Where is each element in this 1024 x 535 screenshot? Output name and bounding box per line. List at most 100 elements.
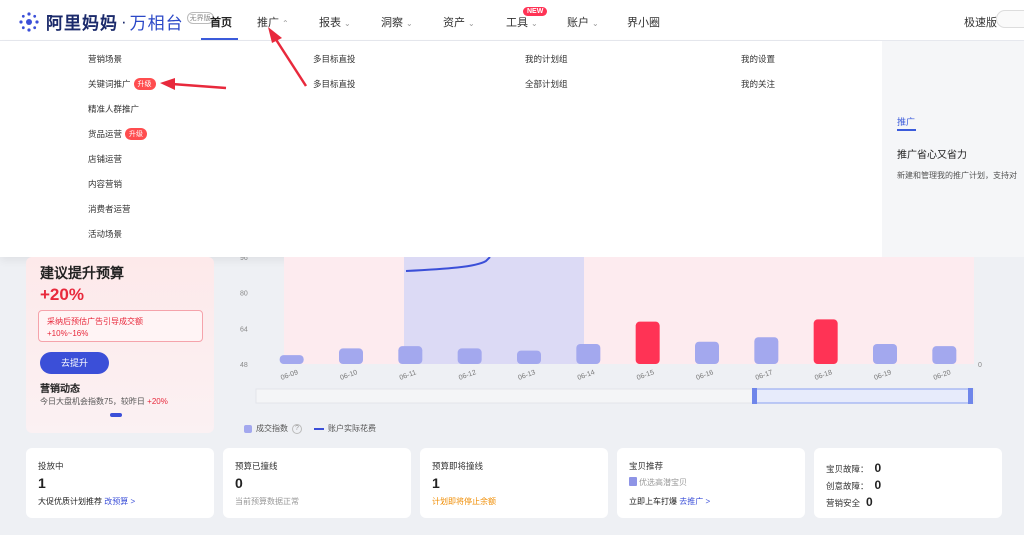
menu-item-audience-promotion[interactable]: 精准人群推广 <box>88 103 139 115</box>
marketing-dynamics-text: 今日大盘机会指数75，较昨日 +20% <box>40 396 168 407</box>
raise-budget-button[interactable]: 去提升 <box>40 352 109 374</box>
nav-reports[interactable]: 报表 ⌄ <box>319 14 351 30</box>
stat-label: 宝贝推荐 <box>629 461 664 471</box>
menu-item-all-plan-groups[interactable]: 全部计划组 <box>525 78 568 90</box>
menu-item-my-plan-groups[interactable]: 我的计划组 <box>525 53 568 65</box>
dropdown-intro-panel: 推广 推广省心又省力 新建和管理我的推广计划，支持对 <box>882 41 1024 257</box>
health-item[interactable]: 营销安全 0 <box>826 495 873 509</box>
stat-card-product-recommend[interactable]: 宝贝推荐 优选高潜宝贝 立即上车打爆 去推广 > <box>617 448 805 518</box>
budget-card-percent: +20% <box>40 285 84 304</box>
menu-item-my-follows[interactable]: 我的关注 <box>741 78 775 90</box>
menu-item-multi-target-2[interactable]: 多目标直投 <box>313 78 356 90</box>
logo[interactable]: 阿里妈妈 · 万相台 无界版 <box>18 9 214 34</box>
menu-item-label: 内容营销 <box>88 179 123 189</box>
x-tick-label: 06-19 <box>873 369 892 382</box>
menu-item-label: 活动场景 <box>88 229 123 239</box>
logo-icon <box>19 11 39 32</box>
health-label: 营销安全 <box>826 498 861 508</box>
menu-item-event-scene[interactable]: 活动场景 <box>88 228 122 240</box>
menu-item-keyword-promotion[interactable]: 关键词推广 升级 <box>88 78 156 90</box>
upgrade-badge: 升级 <box>133 78 156 90</box>
chart-legend: 成交指数 ? 账户实际花费 <box>244 423 376 434</box>
intro-tab[interactable]: 推广 <box>897 115 915 128</box>
menu-item-label: 多目标直投 <box>313 79 356 89</box>
logo-main-text: 阿里妈妈 <box>46 14 118 33</box>
x-tick-label: 06-11 <box>399 369 418 382</box>
logo-separator: · <box>121 11 127 31</box>
x-tick-label: 06-15 <box>636 369 655 382</box>
menu-item-label: 我的设置 <box>741 54 776 64</box>
menu-item-label: 货品运营 <box>88 129 123 139</box>
chart-bar <box>635 321 660 364</box>
trend-chart: 96 80 64 48 0 06-09 06-10 06-11 06-12 06-13 06-14 0… <box>240 257 982 404</box>
chart-bar <box>873 343 897 364</box>
menu-item-label: 店铺运营 <box>88 154 123 164</box>
stat-card-budget-near[interactable]: 预算即将撞线 1 计划即将停止余额 <box>420 448 608 518</box>
zoom-slider-handle <box>968 388 973 404</box>
health-label: 宝贝故障： <box>826 464 869 474</box>
x-tick-label: 06-14 <box>577 369 596 382</box>
nav-promotion-label: 推广 <box>257 17 279 29</box>
stat-card-running[interactable]: 投放中 1 大促优质计划推荐 改预算 > <box>26 448 214 518</box>
legend-bars-label: 成交指数 <box>256 424 288 433</box>
change-budget-link[interactable]: 改预算 > <box>104 497 135 506</box>
nav-promotion[interactable]: 推广 ⌃ <box>257 14 289 30</box>
chevron-down-icon: ⌄ <box>344 19 351 28</box>
nav-home[interactable]: 首页 <box>210 14 232 30</box>
intro-tab-underline <box>897 129 916 131</box>
nav-insight-label: 洞察 <box>381 17 403 29</box>
legend-bar-swatch <box>244 424 252 433</box>
nav-tools-label: 工具 <box>506 17 528 29</box>
nav-assets[interactable]: 资产 ⌄ <box>443 14 475 30</box>
chevron-down-icon: ⌄ <box>531 19 538 28</box>
chevron-down-icon: ⌄ <box>406 19 413 28</box>
stat-value: 1 <box>38 475 46 491</box>
product-icon <box>629 477 637 486</box>
chart-selected-band <box>404 257 584 364</box>
carousel-dot[interactable] <box>110 413 122 417</box>
help-icon[interactable]: ? <box>292 423 302 434</box>
nav-reports-label: 报表 <box>319 17 341 29</box>
menu-item-my-settings[interactable]: 我的设置 <box>741 53 775 65</box>
chevron-down-icon: ⌄ <box>592 19 599 28</box>
budget-card-title: 建议提升预算 <box>40 265 124 281</box>
menu-item-product-ops[interactable]: 货品运营 升级 <box>88 128 148 140</box>
speed-mode-toggle[interactable] <box>996 10 1024 28</box>
x-tick-label: 06-17 <box>755 369 774 382</box>
stat-foot: 大促优质计划推荐 改预算 > <box>38 496 135 507</box>
nav-circle[interactable]: 界小圈 <box>627 14 660 30</box>
nav-home-label: 首页 <box>210 17 232 29</box>
health-label: 创意故障： <box>826 481 869 491</box>
stat-card-budget-hit[interactable]: 预算已撞线 0 当前预算数据正常 <box>223 448 411 518</box>
menu-item-consumer-ops[interactable]: 消费者运营 <box>88 203 131 215</box>
y-tick-label: 96 <box>240 257 248 262</box>
menu-item-store-ops[interactable]: 店铺运营 <box>88 153 122 165</box>
chevron-up-icon: ⌃ <box>282 19 289 28</box>
nav-active-underline <box>201 38 238 40</box>
menu-item-label: 全部计划组 <box>525 79 568 89</box>
menu-item-multi-target-1[interactable]: 多目标直投 <box>313 53 356 65</box>
menu-item-label: 多目标直投 <box>313 54 356 64</box>
x-tick-label: 06-12 <box>458 369 477 382</box>
x-tick-label: 06-18 <box>814 369 833 382</box>
intro-title: 推广省心又省力 <box>897 150 967 161</box>
stat-label: 投放中 <box>38 461 64 471</box>
health-item[interactable]: 宝贝故障： 0 <box>826 461 881 475</box>
stat-value: 0 <box>235 475 243 491</box>
chart-bar <box>576 343 601 364</box>
budget-suggestion-card: 建议提升预算 +20% 采纳后预估广告引导成交额 +10%~16% 去提升 营销… <box>26 257 214 433</box>
menu-item-marketing-scene[interactable]: 营销场景 <box>88 53 122 65</box>
go-promote-link[interactable]: 去推广 > <box>679 497 710 506</box>
nav-account-label: 账户 <box>567 17 589 29</box>
health-item[interactable]: 创意故障： 0 <box>826 478 881 492</box>
y-tick-label: 80 <box>240 291 248 298</box>
new-badge: NEW <box>523 7 548 16</box>
menu-item-content-marketing[interactable]: 内容营销 <box>88 178 122 190</box>
legend-line-swatch <box>314 427 324 430</box>
health-value: 0 <box>874 461 882 475</box>
nav-insight[interactable]: 洞察 ⌄ <box>381 14 413 30</box>
nav-tools[interactable]: 工具 ⌄ <box>506 14 538 30</box>
nav-account[interactable]: 账户 ⌄ <box>567 14 599 30</box>
top-bar: 阿里妈妈 · 万相台 无界版 首页 推广 ⌃ 报表 ⌄ 洞察 ⌄ 资产 ⌄ 工具 ⌄ NE… <box>0 0 1024 41</box>
legend-line-label: 账户实际花费 <box>328 424 376 433</box>
